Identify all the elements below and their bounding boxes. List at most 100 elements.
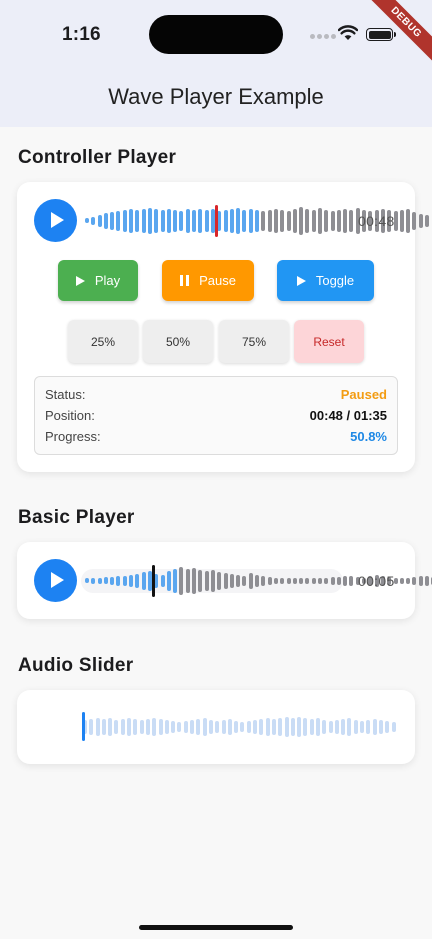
pause-icon [180,275,190,286]
waveform-bar [120,719,125,735]
audio-slider-card [17,690,415,764]
play-button[interactable]: Play [58,260,138,301]
waveform-bar [129,574,134,587]
waveform-bar [97,214,102,227]
waveform-bar [315,718,320,736]
waveform-bar [116,575,121,586]
waveform-bar [204,570,209,591]
waveform-bar [198,569,203,592]
waveform-bar [85,218,89,223]
waveform-bar [133,719,138,735]
basic-seek-cursor[interactable] [152,565,155,597]
toggle-button-label: Toggle [315,273,355,288]
seek-50-button[interactable]: 50% [143,320,213,363]
waveform-bar [261,575,266,586]
waveform-bar [85,578,89,583]
waveform-bar [223,572,228,589]
battery-icon [366,28,396,41]
waveform-bar [179,566,184,595]
waveform-bar [412,576,417,585]
waveform-bar [278,718,283,736]
status-time: 1:16 [62,24,101,45]
waveform-bar [253,720,258,734]
waveform-bar [101,719,106,735]
waveform-bar [336,576,341,585]
progress-value: 50.8% [350,429,387,444]
toggle-button[interactable]: Toggle [277,260,374,301]
status-row: Status: Paused [45,387,387,402]
waveform-bar [425,214,430,227]
waveform-bar [343,208,348,233]
waveform-bar [378,720,383,734]
page-title: Wave Player Example [108,84,324,109]
slider-waveform[interactable] [83,708,398,746]
seek-75-button[interactable]: 75% [219,320,289,363]
waveform-bar [173,209,178,232]
pause-button[interactable]: Pause [162,260,254,301]
waveform-bar [192,567,197,594]
waveform-bar [127,718,132,736]
waveform-bar [141,571,146,590]
waveform-bar [229,573,234,588]
waveform-bar [418,213,423,228]
waveform-bar [406,208,411,233]
seek-25-button[interactable]: 25% [68,320,138,363]
app-header: 1:16 DEBUG Wave Player Example [0,0,432,127]
reset-button[interactable]: Reset [294,320,364,363]
pause-button-label: Pause [199,273,236,288]
waveform-bar [273,577,278,584]
cellular-signal-icon [310,34,336,39]
waveform-bar [286,210,291,231]
waveform-bar [322,720,327,734]
waveform-bar [185,208,190,233]
waveform-bar [177,722,182,732]
waveform-bar [290,718,295,736]
waveform-bar [391,722,396,732]
waveform-bar [349,575,354,586]
waveform-bar [248,572,253,589]
waveform-bar [311,209,316,232]
toggle-play-icon [296,275,306,286]
waveform-bar [303,718,308,736]
wifi-icon [338,25,358,40]
waveform-bar [299,206,304,235]
waveform-bar [240,722,245,732]
waveform-bar [179,210,184,231]
waveform-bar [122,209,127,232]
waveform-bar [324,209,329,232]
waveform-bar [185,568,190,593]
waveform-bar [385,721,390,733]
waveform-bar [406,577,411,584]
waveform-bar [328,721,333,733]
waveform-bar [336,209,341,232]
waveform-bar [261,210,266,231]
waveform-bar [202,718,207,736]
waveform-bar [152,718,157,736]
basic-play-icon[interactable] [34,559,77,602]
waveform-bar [103,212,108,229]
play-icon [75,275,85,286]
waveform-bar [223,209,228,232]
progress-row: Progress: 50.8% [45,429,387,444]
controller-play-icon[interactable] [34,199,77,242]
slider-thumb[interactable] [82,712,85,741]
waveform-bar [196,719,201,735]
waveform-bar [229,208,234,233]
waveform-bar [248,208,253,233]
progress-label: Progress: [45,429,101,444]
waveform-bar [246,721,251,733]
controller-player-card: 00:48 Play Pause Toggle 25% 50% 75% Rese… [17,182,430,472]
waveform-bar [305,577,310,584]
waveform-bar [360,721,365,733]
waveform-bar [425,575,430,586]
waveform-bar [317,207,322,234]
waveform-bar [158,719,163,735]
waveform-bar [284,717,289,737]
waveform-bar [267,576,272,585]
controller-seek-cursor[interactable] [215,205,218,237]
waveform-bar [311,577,316,584]
section-title-basic: Basic Player [18,507,135,528]
waveform-bar [227,719,232,735]
waveform-bar [341,719,346,735]
waveform-bar [286,577,291,584]
